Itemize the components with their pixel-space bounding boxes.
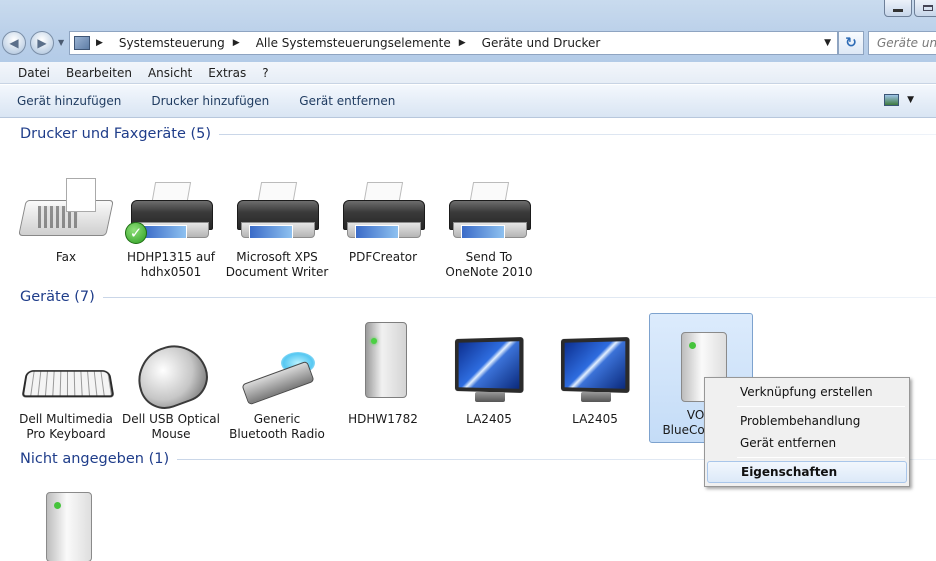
change-view-button[interactable]: ▼ — [884, 94, 914, 106]
breadcrumb-separator[interactable]: ▶ — [233, 38, 248, 48]
menu-bar: Datei Bearbeiten Ansicht Extras ? — [0, 62, 936, 84]
recent-pages-dropdown[interactable]: ▼ — [58, 38, 64, 47]
address-bar[interactable]: ▶ Systemsteuerung ▶ Alle Systemsteuerung… — [69, 31, 838, 55]
keyboard-icon — [18, 332, 115, 412]
chevron-right-icon[interactable]: ▶ — [96, 38, 103, 48]
device-item-xps-writer[interactable]: Microsoft XPS Document Writer — [225, 170, 329, 280]
minimize-button[interactable] — [884, 0, 912, 17]
device-label-line2: Document Writer — [225, 265, 329, 279]
breadcrumb-separator[interactable]: ▶ — [459, 38, 474, 48]
device-label-line2: hdhx0501 — [140, 265, 202, 279]
address-toolbar: ◀ ▶ ▼ ▶ Systemsteuerung ▶ Alle Systemste… — [0, 0, 936, 62]
breadcrumb-root[interactable]: ▶ — [96, 38, 111, 48]
forward-arrow-icon: ▶ — [37, 36, 47, 50]
device-label: PDFCreator — [348, 250, 418, 264]
menu-item-remove-device[interactable]: Gerät entfernen — [707, 432, 907, 454]
device-label: HDHP1315 auf — [126, 250, 216, 264]
menu-item-properties[interactable]: Eigenschaften — [707, 461, 907, 483]
menu-file[interactable]: Datei — [18, 66, 50, 80]
device-label: Microsoft XPS — [236, 250, 318, 264]
printer-icon: ✓ — [123, 170, 219, 250]
menu-help[interactable]: ? — [262, 66, 268, 80]
group-header-devices[interactable]: Geräte (7) — [20, 289, 936, 305]
monitor-icon — [547, 332, 643, 412]
device-item-pdfcreator[interactable]: PDFCreator — [331, 170, 435, 265]
device-label: HDHW1782 — [348, 412, 418, 426]
refresh-icon: ↻ — [845, 35, 857, 51]
add-device-button[interactable]: Gerät hinzufügen — [17, 94, 121, 108]
add-printer-button[interactable]: Drucker hinzufügen — [151, 94, 269, 108]
device-item-unspecified[interactable] — [14, 488, 118, 561]
maximize-icon — [923, 4, 933, 11]
menu-item-troubleshoot[interactable]: Problembehandlung — [707, 410, 907, 432]
device-item-hdhp1315[interactable]: ✓ HDHP1315 auf hdhx0501 — [119, 170, 223, 280]
mouse-icon — [123, 332, 219, 417]
device-label-line2: Pro Keyboard — [26, 427, 106, 441]
search-input[interactable]: Geräte und — [868, 31, 936, 55]
menu-view[interactable]: Ansicht — [148, 66, 192, 80]
printer-icon — [229, 170, 325, 250]
chevron-down-icon: ▼ — [907, 95, 914, 105]
group-title: Nicht angegeben (1) — [20, 451, 170, 467]
command-bar: Gerät hinzufügen Drucker hinzufügen Gerä… — [0, 85, 936, 118]
group-header-printers[interactable]: Drucker und Faxgeräte (5) — [20, 126, 936, 142]
device-item-keyboard[interactable]: Dell Multimedia Pro Keyboard — [14, 332, 118, 442]
menu-edit[interactable]: Bearbeiten — [66, 66, 132, 80]
group-title: Drucker und Faxgeräte (5) — [20, 126, 212, 142]
device-item-monitor-1[interactable]: LA2405 — [437, 332, 541, 427]
device-label: Fax — [55, 250, 77, 264]
chevron-right-icon[interactable]: ▶ — [233, 38, 240, 48]
breadcrumb-label[interactable]: Geräte und Drucker — [482, 36, 601, 50]
generic-device-icon — [18, 488, 114, 561]
device-item-hdhw1782[interactable]: HDHW1782 — [331, 318, 435, 427]
device-item-fax[interactable]: Fax — [14, 170, 118, 265]
device-item-bluetooth-radio[interactable]: Generic Bluetooth Radio — [225, 332, 329, 442]
device-item-mouse[interactable]: Dell USB Optical Mouse — [119, 332, 223, 442]
maximize-button[interactable] — [914, 0, 936, 17]
forward-button[interactable]: ▶ — [30, 31, 54, 55]
printer-icon — [441, 170, 537, 250]
device-item-monitor-2[interactable]: LA2405 — [543, 332, 647, 427]
group-divider — [102, 296, 936, 298]
device-label-line2: OneNote 2010 — [445, 265, 533, 279]
menu-item-create-shortcut[interactable]: Verknüpfung erstellen — [707, 381, 907, 403]
chevron-right-icon[interactable]: ▶ — [459, 38, 466, 48]
computer-tower-icon — [335, 318, 431, 412]
printer-icon — [335, 170, 431, 250]
breadcrumb-item[interactable]: Geräte und Drucker — [482, 36, 601, 50]
default-printer-check-icon: ✓ — [125, 222, 147, 244]
menu-separator — [737, 457, 905, 458]
back-button[interactable]: ◀ — [2, 31, 26, 55]
device-label-line2: Mouse — [151, 427, 191, 441]
group-divider — [219, 133, 936, 135]
menu-tools[interactable]: Extras — [208, 66, 246, 80]
breadcrumb-item[interactable]: Systemsteuerung — [119, 36, 225, 50]
address-history-dropdown[interactable]: ▼ — [824, 38, 831, 48]
back-arrow-icon: ◀ — [9, 36, 19, 50]
device-label: LA2405 — [572, 412, 618, 426]
device-item-send-to-onenote[interactable]: Send To OneNote 2010 — [437, 170, 541, 280]
device-label: Dell Multimedia — [19, 412, 113, 426]
device-label: Generic — [253, 412, 301, 426]
window-controls — [884, 0, 936, 17]
device-label-line2: Bluetooth Radio — [229, 427, 325, 441]
device-label: Dell USB Optical — [122, 412, 220, 426]
refresh-button[interactable]: ↻ — [838, 31, 864, 55]
breadcrumb-label[interactable]: Systemsteuerung — [119, 36, 225, 50]
breadcrumb-item[interactable]: Alle Systemsteuerungselemente — [256, 36, 451, 50]
view-icon — [884, 94, 900, 106]
menu-separator — [737, 406, 905, 407]
monitor-icon — [441, 332, 537, 412]
fax-icon — [18, 170, 114, 250]
bluetooth-adapter-icon — [229, 332, 325, 412]
control-panel-icon — [74, 36, 90, 50]
remove-device-button[interactable]: Gerät entfernen — [299, 94, 395, 108]
device-label: Send To — [465, 250, 513, 264]
context-menu: Verknüpfung erstellen Problembehandlung … — [704, 377, 910, 487]
breadcrumb-label[interactable]: Alle Systemsteuerungselemente — [256, 36, 451, 50]
minimize-icon — [893, 9, 903, 12]
device-label: LA2405 — [466, 412, 512, 426]
group-title: Geräte (7) — [20, 289, 95, 305]
